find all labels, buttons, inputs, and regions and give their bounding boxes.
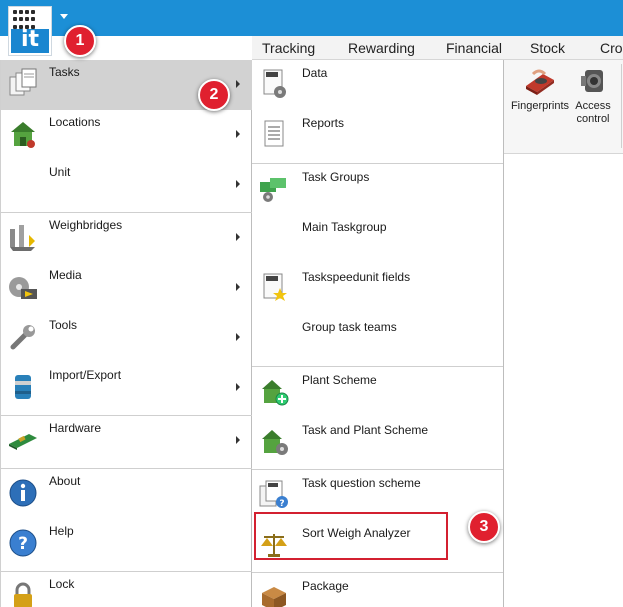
submenu-item-label: Task and Plant Scheme: [302, 423, 429, 437]
menu-item-label: Help: [49, 524, 74, 538]
about-info-icon: [9, 479, 37, 507]
submenu-item-label: Task Groups: [302, 170, 370, 184]
submenu-item-task-and-plant-scheme[interactable]: Task and Plant Scheme: [252, 417, 503, 467]
menu-item-unit[interactable]: Unit: [1, 160, 252, 210]
menu-item-label: Unit: [49, 165, 71, 179]
menu-item-label: Import/Export: [49, 368, 122, 382]
callout-badge-2: 2: [198, 79, 230, 111]
menu-item-import-export[interactable]: Import/Export: [1, 363, 252, 413]
task-groups-icon: [260, 178, 286, 202]
menu-item-media[interactable]: Media: [1, 263, 252, 313]
submenu-arrow-icon: [236, 130, 240, 138]
submenu-item-main-taskgroup[interactable]: Main Taskgroup: [252, 214, 503, 264]
access-control-label: Access control: [575, 100, 611, 125]
hardware-card-icon: [9, 434, 37, 450]
fingerprints-label: Fingerprints: [510, 100, 570, 112]
menu-item-label: Locations: [49, 115, 101, 129]
app-main-menu: Tasks Locations Unit Weighbridges Media …: [0, 60, 252, 607]
tab-tracking[interactable]: Tracking: [262, 40, 315, 56]
callout-badge-3: 3: [468, 511, 500, 543]
ribbon-tab-bar: Tracking Rewarding Financial Stock Cro: [252, 36, 623, 60]
submenu-arrow-icon: [236, 383, 240, 391]
menu-item-label: Media: [49, 268, 82, 282]
tasks-documents-icon: [9, 68, 37, 96]
submenu-item-task-groups[interactable]: Task Groups: [252, 164, 503, 214]
menu-item-label: About: [49, 474, 81, 488]
submenu-arrow-icon: [236, 80, 240, 88]
app-menu-button[interactable]: it: [8, 6, 52, 56]
help-question-icon: ?: [9, 529, 37, 557]
menu-item-locations[interactable]: Locations: [1, 110, 252, 160]
weighbridge-icon: [10, 225, 35, 251]
submenu-item-group-task-teams[interactable]: Group task teams: [252, 314, 503, 364]
menu-item-hardware[interactable]: Hardware: [1, 416, 252, 466]
task-data-gear-icon: [263, 69, 286, 98]
svg-text:?: ?: [279, 499, 284, 509]
submenu-item-label: Main Taskgroup: [302, 220, 387, 234]
title-bar: [0, 0, 623, 36]
submenu-arrow-icon: [236, 233, 240, 241]
task-plant-scheme-icon: [262, 430, 288, 455]
access-control-button[interactable]: Access control: [574, 66, 612, 126]
menu-item-lock[interactable]: Lock: [1, 572, 252, 607]
tools-wrench-icon: [10, 325, 35, 350]
package-box-icon: [262, 587, 286, 607]
menu-item-label: Lock: [49, 577, 75, 591]
menu-item-weighbridges[interactable]: Weighbridges: [1, 213, 252, 263]
svg-text:?: ?: [18, 534, 28, 554]
ribbon-panel: Fingerprints Access control: [504, 60, 623, 154]
submenu-arrow-icon: [236, 180, 240, 188]
menu-item-about[interactable]: About: [1, 469, 252, 519]
reports-list-icon: [264, 120, 284, 147]
submenu-item-label: Reports: [302, 116, 345, 130]
submenu-item-reports[interactable]: Reports: [252, 110, 503, 160]
submenu-item-package[interactable]: Package: [252, 573, 503, 607]
media-film-icon: [9, 277, 37, 299]
submenu-item-taskspeedunit-fields[interactable]: Taskspeedunit fields: [252, 264, 503, 314]
fingerprint-scanner-icon: [526, 69, 554, 95]
menu-item-label: Tasks: [49, 65, 80, 79]
submenu-arrow-icon: [236, 436, 240, 444]
app-menu-dropdown-icon[interactable]: [60, 14, 68, 19]
locations-house-icon: [11, 122, 35, 148]
submenu-item-plant-scheme[interactable]: Plant Scheme: [252, 367, 503, 417]
task-question-icon: ?: [259, 480, 288, 509]
lock-icon: [14, 582, 32, 607]
submenu-item-label: Group task teams: [302, 320, 397, 334]
ribbon-separator: [621, 64, 622, 148]
fingerprints-button[interactable]: Fingerprints: [510, 66, 570, 113]
menu-item-label: Tools: [49, 318, 78, 332]
taskspeedunit-star-icon: [263, 273, 287, 301]
tab-cro[interactable]: Cro: [600, 40, 623, 56]
submenu-item-label: Data: [302, 66, 328, 80]
submenu-item-label: Plant Scheme: [302, 373, 377, 387]
submenu-item-data[interactable]: Data: [252, 60, 503, 110]
app-logo: it: [11, 29, 49, 53]
menu-item-help[interactable]: ? Help: [1, 519, 252, 569]
plant-scheme-icon: [262, 380, 289, 406]
tab-stock[interactable]: Stock: [530, 40, 565, 56]
tab-financial[interactable]: Financial: [446, 40, 502, 56]
submenu-item-label: Task question scheme: [302, 476, 421, 490]
highlight-box: [254, 512, 448, 560]
submenu-arrow-icon: [236, 333, 240, 341]
menu-item-label: Hardware: [49, 421, 102, 435]
submenu-arrow-icon: [236, 283, 240, 291]
callout-badge-1: 1: [64, 25, 96, 57]
import-export-drum-icon: [15, 375, 31, 399]
submenu-item-label: Taskspeedunit fields: [302, 270, 411, 284]
menu-item-label: Weighbridges: [49, 218, 123, 232]
tab-rewarding[interactable]: Rewarding: [348, 40, 415, 56]
access-control-speaker-icon: [581, 70, 603, 92]
menu-item-tools[interactable]: Tools: [1, 313, 252, 363]
submenu-item-label: Package: [302, 579, 349, 593]
